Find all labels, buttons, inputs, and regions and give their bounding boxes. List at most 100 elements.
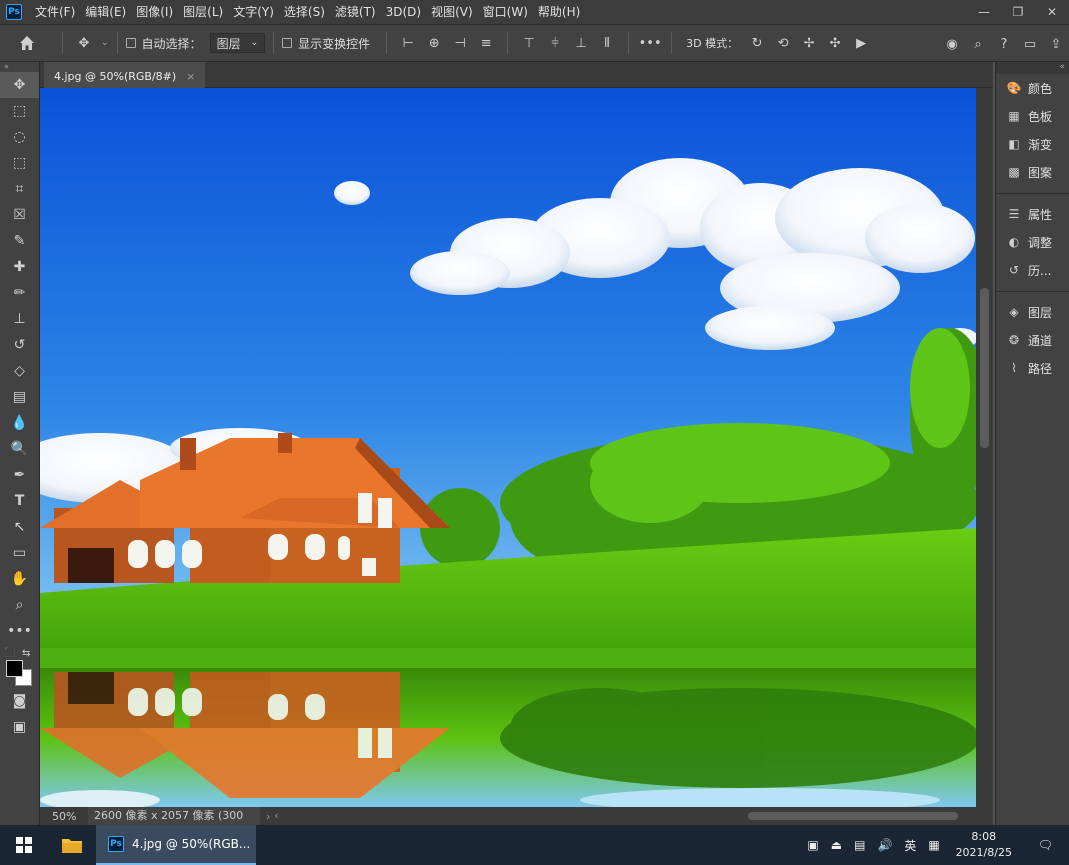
dodge-tool-icon[interactable]: 🔍	[0, 436, 39, 462]
stamp-tool-icon[interactable]: ⊥	[0, 306, 39, 332]
panel-history[interactable]: ↺ 历...	[996, 256, 1069, 284]
swap-colors-icon[interactable]: ⇆	[22, 648, 30, 659]
menu-help[interactable]: 帮助(H)	[533, 0, 585, 24]
crop-tool-icon[interactable]: ⌗	[0, 176, 39, 202]
gradient-tool-icon[interactable]: ▤	[0, 384, 39, 410]
screen-mode-icon[interactable]: ▣	[0, 714, 39, 740]
taskbar-photoshop-button[interactable]: Ps 4.jpg @ 50%(RGB...	[96, 825, 256, 865]
history-brush-tool-icon[interactable]: ↺	[0, 332, 39, 358]
frame-tool-icon[interactable]: ☒	[0, 202, 39, 228]
close-tab-icon[interactable]: ×	[186, 70, 195, 83]
input-mode-icon[interactable]: ▦	[922, 838, 945, 852]
layer-select-dropdown[interactable]: 图层 ⌄	[209, 33, 266, 53]
vertical-scroll-thumb[interactable]	[980, 288, 989, 448]
marquee-tool-icon[interactable]: ⬚	[0, 98, 39, 124]
minimize-button[interactable]: —	[967, 0, 1001, 24]
drag-3d-icon[interactable]: ✢	[796, 36, 822, 51]
help-icon[interactable]: ?	[991, 37, 1017, 52]
slide-3d-icon[interactable]: ✣	[822, 36, 848, 51]
type-tool-icon[interactable]: T	[0, 488, 39, 514]
ime-indicator[interactable]: 英	[898, 837, 922, 854]
align-middle-icon[interactable]: ⫩	[542, 36, 568, 51]
move-tool-preset[interactable]: ✥ ⌄	[71, 24, 109, 62]
panel-adjustments[interactable]: ◐ 调整	[996, 228, 1069, 256]
zoom-tool-icon[interactable]: ⌕	[0, 592, 39, 618]
default-colors-icon[interactable]: ⬛	[4, 648, 15, 658]
panel-properties[interactable]: ☰ 属性	[996, 200, 1069, 228]
horizontal-scroll-thumb[interactable]	[748, 812, 959, 820]
more-tools-icon[interactable]: •••	[0, 618, 39, 644]
quick-mask-icon[interactable]: ◙	[0, 688, 39, 714]
panel-color[interactable]: 🎨 颜色	[996, 74, 1069, 102]
collapse-panels-icon[interactable]: «	[996, 62, 1069, 74]
panel-paths[interactable]: ⌇ 路径	[996, 354, 1069, 382]
menu-type[interactable]: 文字(Y)	[228, 0, 279, 24]
healing-tool-icon[interactable]: ✚	[0, 254, 39, 280]
camera-3d-icon[interactable]: ▶	[848, 36, 874, 51]
panel-gradient[interactable]: ◧ 渐变	[996, 130, 1069, 158]
file-explorer-button[interactable]	[48, 825, 96, 865]
notifications-icon[interactable]: 🗨	[1022, 838, 1069, 852]
scroll-left-icon[interactable]: ‹	[274, 809, 278, 822]
document-image[interactable]	[40, 88, 976, 807]
panel-pattern[interactable]: ▩ 图案	[996, 158, 1069, 186]
volume-icon[interactable]: 🔊	[871, 838, 898, 852]
align-right-icon[interactable]: ⊣	[447, 36, 473, 51]
rectangle-tool-icon[interactable]: ▭	[0, 540, 39, 566]
separator	[671, 32, 673, 54]
align-bottom-icon[interactable]: ⊥	[568, 36, 594, 51]
foreground-color-swatch[interactable]	[6, 660, 23, 677]
zoom-level[interactable]: 50%	[40, 810, 88, 823]
canvas-area[interactable]	[40, 88, 993, 807]
restore-button[interactable]: ❐	[1001, 0, 1035, 24]
home-button[interactable]	[0, 24, 54, 62]
object-select-tool-icon[interactable]: ⬚	[0, 150, 39, 176]
network-icon[interactable]: ▤	[848, 838, 871, 852]
start-button[interactable]	[0, 825, 48, 865]
document-info[interactable]: 2600 像素 x 2057 像素 (300 ppi)	[88, 807, 260, 840]
menu-image[interactable]: 图像(I)	[131, 0, 178, 24]
horizontal-scrollbar[interactable]: ‹	[270, 807, 993, 825]
account-icon[interactable]: ◉	[939, 37, 965, 52]
pen-tool-icon[interactable]: ✒	[0, 462, 39, 488]
menu-edit[interactable]: 编辑(E)	[80, 0, 131, 24]
clock[interactable]: 8:08 2021/8/25	[946, 829, 1022, 861]
search-icon[interactable]: ⌕	[965, 37, 991, 52]
rotate-3d-icon[interactable]: ↻	[744, 36, 770, 51]
align-center-icon[interactable]: ⊕	[421, 36, 447, 51]
menu-layer[interactable]: 图层(L)	[178, 0, 228, 24]
blur-tool-icon[interactable]: 💧	[0, 410, 39, 436]
brush-tool-icon[interactable]: ✏	[0, 280, 39, 306]
menu-3d[interactable]: 3D(D)	[381, 0, 426, 24]
collapse-icon[interactable]: »	[0, 62, 39, 72]
auto-select-checkbox[interactable]: 自动选择：	[125, 24, 202, 62]
eraser-tool-icon[interactable]: ◇	[0, 358, 39, 384]
vertical-scrollbar[interactable]	[976, 88, 993, 807]
align-top-icon[interactable]: ⊤	[516, 36, 542, 51]
share-icon[interactable]: ⇪	[1043, 37, 1069, 52]
menu-filter[interactable]: 滤镜(T)	[330, 0, 381, 24]
workspace-icon[interactable]: ▭	[1017, 37, 1043, 52]
panel-channels[interactable]: ❂ 通道	[996, 326, 1069, 354]
document-tab[interactable]: 4.jpg @ 50%(RGB/8#) ×	[44, 62, 206, 88]
distribute-icon[interactable]: ≡	[473, 36, 499, 51]
align-left-icon[interactable]: ⊢	[395, 36, 421, 51]
roll-3d-icon[interactable]: ⟲	[770, 36, 796, 51]
panel-swatches[interactable]: ▦ 色板	[996, 102, 1069, 130]
lasso-tool-icon[interactable]: ◌	[0, 124, 39, 150]
hand-tool-icon[interactable]: ✋	[0, 566, 39, 592]
panel-layers[interactable]: ◈ 图层	[996, 298, 1069, 326]
close-button[interactable]: ✕	[1035, 0, 1069, 24]
distribute-vertical-icon[interactable]: ⫴	[594, 36, 620, 51]
menu-view[interactable]: 视图(V)	[426, 0, 478, 24]
move-tool-icon[interactable]: ✥	[0, 72, 39, 98]
path-select-tool-icon[interactable]: ↖	[0, 514, 39, 540]
menu-window[interactable]: 窗口(W)	[478, 0, 533, 24]
show-transform-checkbox[interactable]: 显示变换控件	[282, 24, 370, 62]
more-options-button[interactable]: •••	[637, 36, 663, 51]
vm-icon[interactable]: ▣	[801, 838, 824, 852]
usb-icon[interactable]: ⏏	[825, 838, 848, 852]
menu-file[interactable]: 文件(F)	[30, 0, 80, 24]
menu-select[interactable]: 选择(S)	[279, 0, 330, 24]
eyedropper-tool-icon[interactable]: ✎	[0, 228, 39, 254]
